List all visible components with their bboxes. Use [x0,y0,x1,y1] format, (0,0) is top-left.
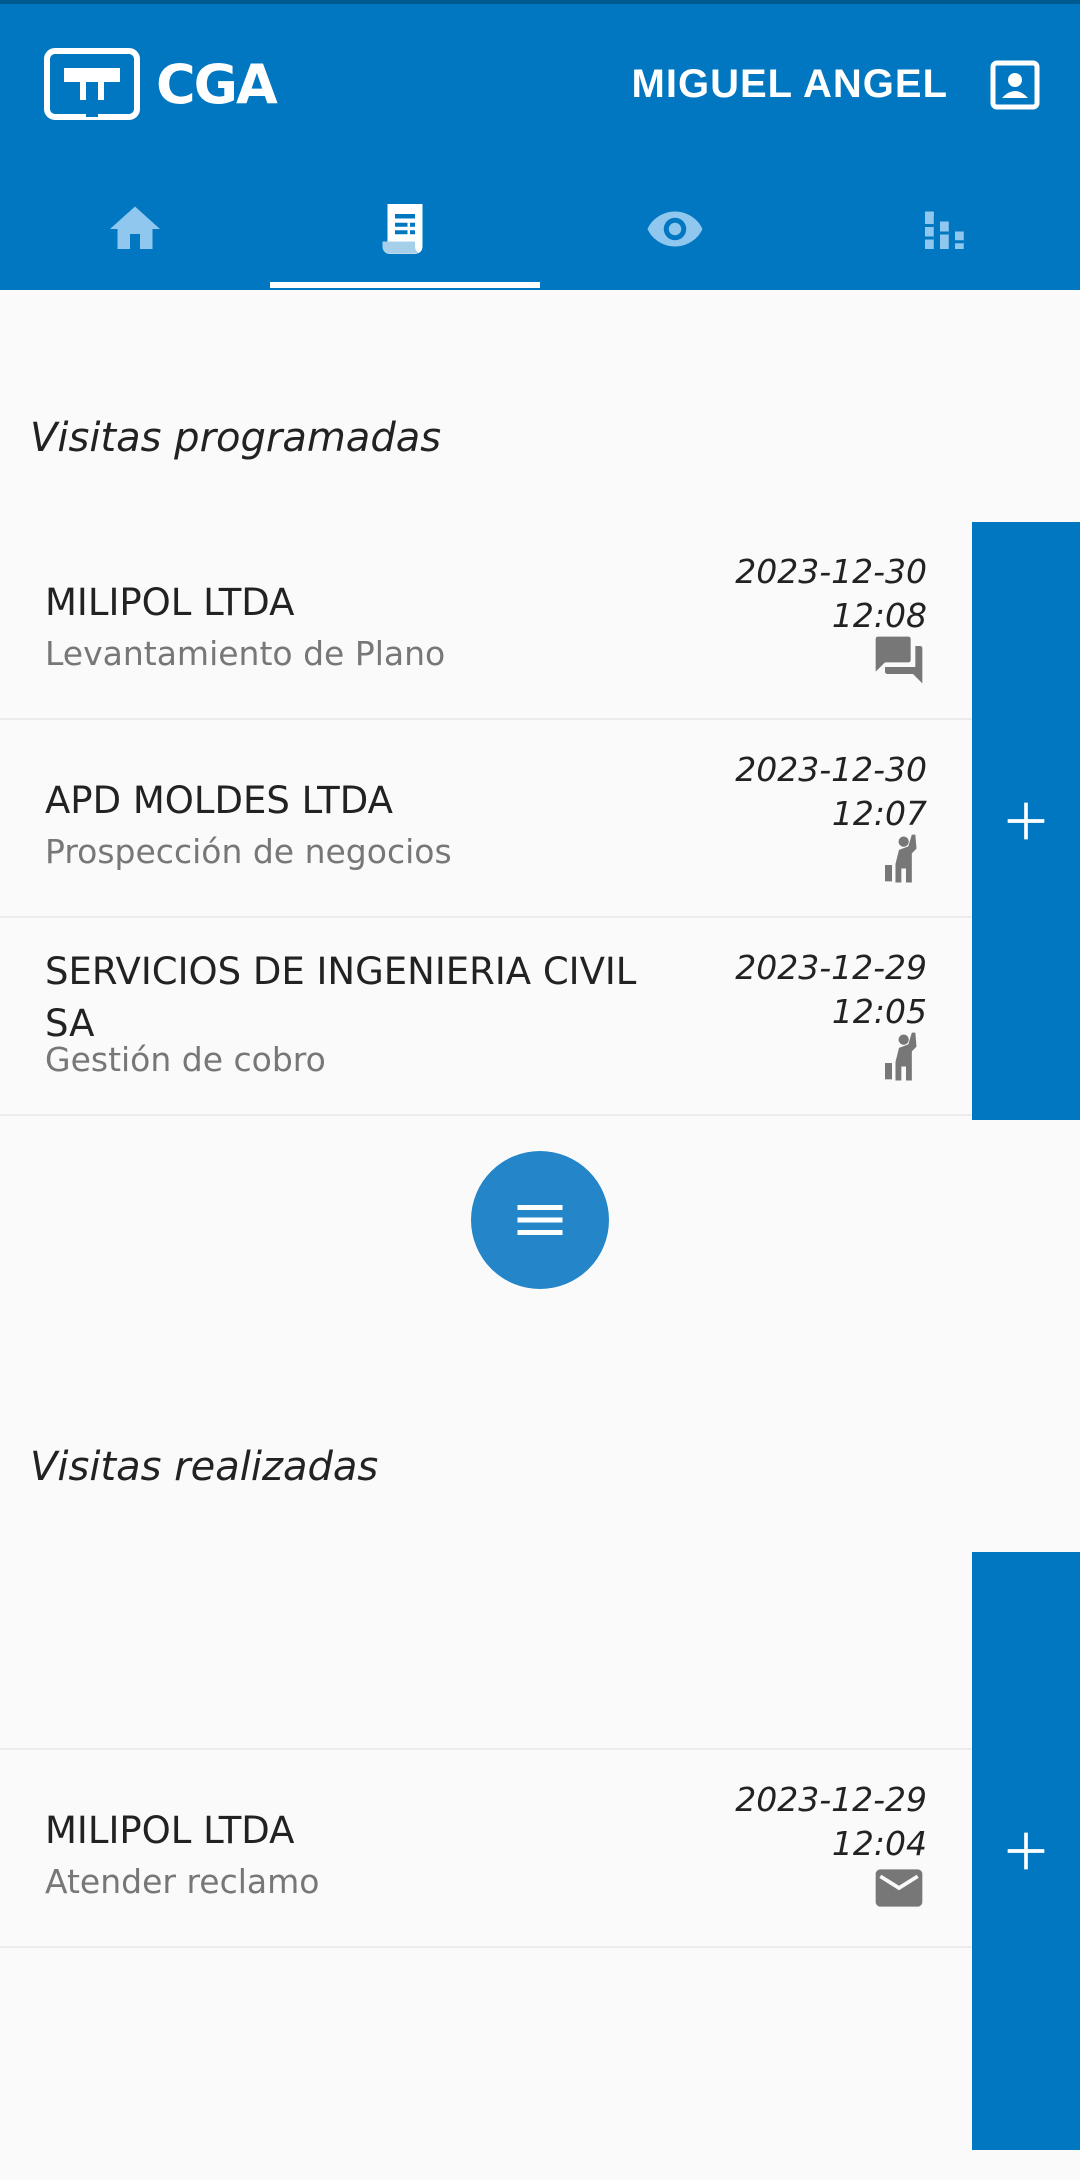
list-item[interactable]: MILIPOL LTDA Atender reclamo 2023-12-29 … [0,1750,972,1948]
tab-stats[interactable] [810,174,1080,284]
visit-activity: Prospección de negocios [45,832,452,871]
list-item[interactable]: SERVICIOS DE INGENIERIA CIVIL SA Gestión… [0,918,972,1116]
logo-text: CGA [156,52,278,116]
home-icon [110,206,160,249]
menu-button[interactable] [471,1151,609,1289]
add-completed-visit-button[interactable] [972,1552,1080,2150]
completed-visits-list: MILIPOL LTDA Atender reclamo 2023-12-29 … [0,1552,972,1948]
visit-company: SERVICIOS DE INGENIERIA CIVIL SA [45,950,637,1045]
plus-icon [1007,1832,1045,1870]
visit-date: 2023-12-29 [735,948,927,987]
tab-visits[interactable] [270,174,540,288]
visit-date: 2023-12-30 [735,750,927,789]
visit-datetime: 2023-12-30 12:08 [735,550,927,638]
section-title-scheduled: Visitas programadas [30,415,442,461]
list-item[interactable]: MILIPOL LTDA Levantamiento de Plano 2023… [0,522,972,720]
visit-date: 2023-12-29 [735,1780,927,1819]
visit-datetime: 2023-12-29 12:05 [735,946,927,1034]
visit-datetime: 2023-12-29 12:04 [735,1778,927,1866]
list-item[interactable]: APD MOLDES LTDA Prospección de negocios … [0,720,972,918]
person-waving-icon [885,1032,917,1081]
app-header: CGA MIGUEL ANGEL [0,0,1080,290]
scheduled-visits-list: MILIPOL LTDA Levantamiento de Plano 2023… [0,522,972,1116]
visit-activity: Atender reclamo [45,1862,320,1901]
user-name[interactable]: MIGUEL ANGEL [632,62,948,107]
visit-company: APD MOLDES LTDA [45,779,393,822]
visit-company: MILIPOL LTDA [45,1809,295,1852]
eye-icon [647,211,703,247]
tab-view[interactable] [540,174,810,284]
receipt-icon [382,204,423,254]
visit-date: 2023-12-30 [735,552,927,591]
visit-datetime: 2023-12-30 12:07 [735,748,927,836]
menu-icon [517,1205,563,1235]
section-title-completed: Visitas realizadas [30,1444,379,1490]
chat-icon [875,636,923,684]
visit-activity: Gestión de cobro [45,1040,326,1079]
tab-bar [0,174,1080,294]
plus-icon [1007,802,1045,840]
add-scheduled-visit-button[interactable] [972,522,1080,1120]
user-profile-icon[interactable] [990,60,1040,110]
mail-icon [875,1869,923,1907]
bar-chart-icon [925,211,964,249]
empty-row [0,1552,972,1750]
visit-activity: Levantamiento de Plano [45,634,446,673]
app-logo: CGA [44,48,278,120]
logo-icon [44,48,140,120]
person-waving-icon [885,834,917,883]
tab-home[interactable] [0,174,270,284]
visit-company: MILIPOL LTDA [45,581,295,624]
